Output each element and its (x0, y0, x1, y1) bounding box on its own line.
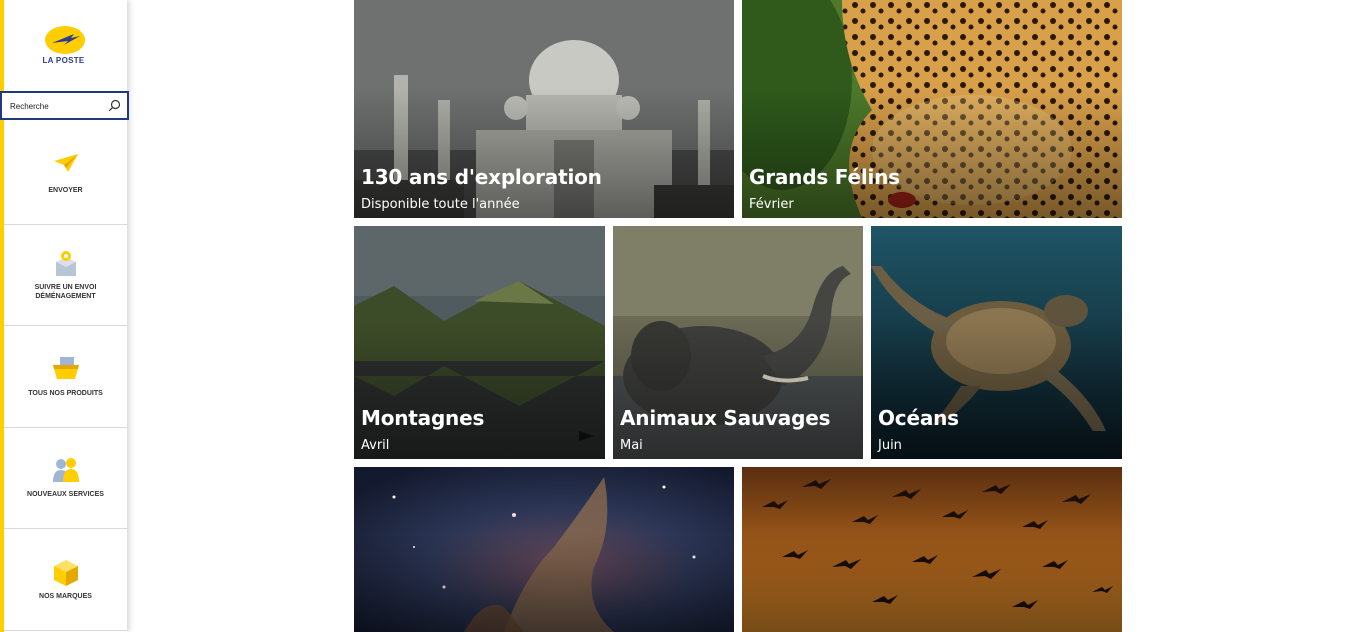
la-poste-bird-icon (45, 26, 85, 54)
tile-subtitle: Mai (620, 438, 643, 453)
sidebar-item-label: NOUVEAUX SERVICES (27, 491, 104, 498)
logo-text: LA POSTE (42, 56, 85, 65)
sidebar-item-label: TOUS NOS PRODUITS (28, 390, 103, 397)
tile-title: Océans (878, 406, 959, 430)
tile-title: Grands Félins (749, 165, 900, 189)
sidebar-item-envoyer[interactable]: ENVOYER (4, 124, 127, 225)
box-icon (53, 560, 78, 586)
sidebar-item-label: ENVOYER (48, 187, 83, 194)
tile-title: Montagnes (361, 406, 485, 430)
tile-subtitle: Février (749, 197, 794, 212)
basket-icon (52, 357, 79, 379)
sidebar-item-label: NOS MARQUES (39, 593, 92, 600)
tile-birds[interactable] (742, 467, 1122, 632)
tile-title: Animaux Sauvages (620, 406, 831, 430)
search-icon[interactable] (108, 99, 121, 112)
tile-oceans[interactable]: Océans Juin (871, 226, 1122, 459)
tile-title: 130 ans d'exploration (361, 165, 602, 189)
paper-plane-icon (53, 154, 78, 172)
tile-grands-felins[interactable]: Grands Félins Février (742, 0, 1122, 218)
search-input[interactable]: Recherche (10, 102, 49, 111)
tile-nebula[interactable] (354, 467, 734, 632)
sidebar: LA POSTE Recherche ENVOYER SUIVRE UN ENV… (0, 0, 129, 632)
sidebar-item-nos-marques[interactable]: NOS MARQUES (4, 530, 127, 631)
sidebar-item-nouveaux-services[interactable]: NOUVEAUX SERVICES (4, 428, 127, 529)
tile-130-ans-exploration[interactable]: 130 ans d'exploration Disponible toute l… (354, 0, 734, 218)
people-icon (52, 458, 79, 482)
package-tracking-icon (55, 251, 76, 276)
tile-montagnes[interactable]: Montagnes Avril (354, 226, 605, 459)
la-poste-logo[interactable]: LA POSTE (0, 0, 127, 90)
tile-subtitle: Juin (878, 438, 902, 453)
tile-subtitle: Disponible toute l'année (361, 197, 520, 212)
sidebar-item-suivre-envoi[interactable]: SUIVRE UN ENVOI DÉMÉNAGEMENT (4, 225, 127, 326)
tile-animaux-sauvages[interactable]: Animaux Sauvages Mai (613, 226, 863, 459)
sidebar-item-label-line1: SUIVRE UN ENVOI (34, 284, 97, 291)
tile-subtitle: Avril (361, 438, 390, 453)
sidebar-item-tous-produits[interactable]: TOUS NOS PRODUITS (4, 327, 127, 428)
sidebar-item-label-line2: DÉMÉNAGEMENT (35, 293, 96, 300)
search-field[interactable]: Recherche (0, 91, 129, 120)
